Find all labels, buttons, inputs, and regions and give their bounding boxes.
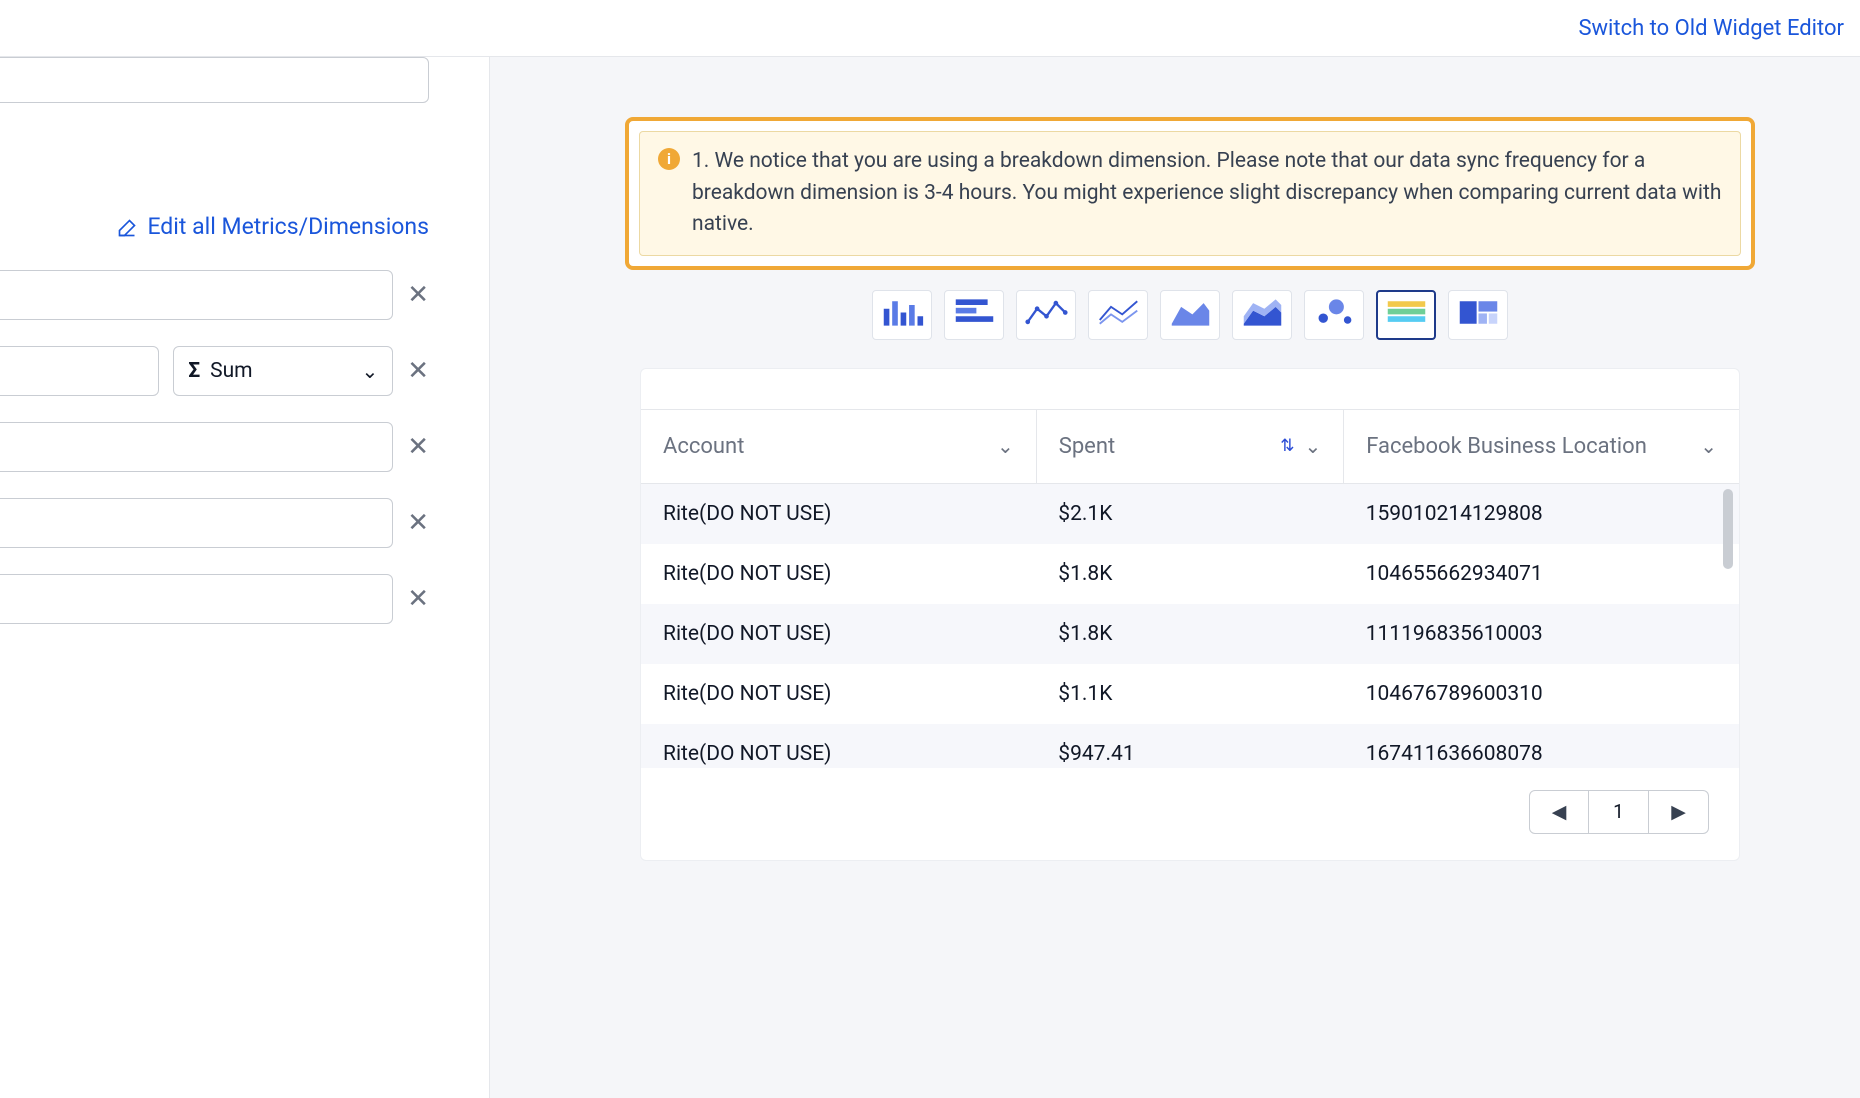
chevron-down-icon: ⌄ bbox=[997, 434, 1014, 458]
field-input[interactable] bbox=[0, 57, 429, 103]
metric-field[interactable] bbox=[0, 422, 393, 472]
chevron-down-icon: ⌄ bbox=[361, 359, 378, 383]
cell-account: Rite(DO NOT USE) bbox=[641, 724, 1036, 768]
chart-type-bubble[interactable] bbox=[1304, 290, 1364, 340]
remove-field-button[interactable]: ✕ bbox=[407, 510, 429, 536]
chart-type-multi-line[interactable] bbox=[1088, 290, 1148, 340]
edit-all-label: Edit all Metrics/Dimensions bbox=[147, 213, 429, 240]
pager-next-button[interactable]: ▶ bbox=[1649, 790, 1709, 834]
chart-type-line[interactable] bbox=[1016, 290, 1076, 340]
warning-text: 1. We notice that you are using a breakd… bbox=[692, 146, 1722, 241]
chevron-down-icon: ⌄ bbox=[1700, 434, 1717, 458]
cell-spent: $1.1K bbox=[1036, 664, 1343, 724]
chart-type-treemap[interactable] bbox=[1448, 290, 1508, 340]
table-row: Rite(DO NOT USE)$947.41167411636608078 bbox=[641, 724, 1739, 768]
pagination: ◀ 1 ▶ bbox=[641, 768, 1739, 860]
bar-horizontal-icon bbox=[952, 295, 997, 334]
cell-spent: $947.41 bbox=[1036, 724, 1343, 768]
chart-type-table[interactable] bbox=[1376, 290, 1436, 340]
treemap-icon bbox=[1456, 295, 1501, 334]
remove-field-button[interactable]: ✕ bbox=[407, 358, 429, 384]
sigma-icon: Σ bbox=[188, 359, 200, 383]
cell-account: Rite(DO NOT USE) bbox=[641, 664, 1036, 724]
sidebar: Edit all Metrics/Dimensions ✕ Σ Sum ⌄ ✕ bbox=[0, 57, 490, 1098]
metric-field[interactable] bbox=[0, 498, 393, 548]
area-stacked-icon bbox=[1240, 295, 1285, 334]
scrollbar[interactable] bbox=[1723, 489, 1733, 689]
column-header[interactable]: Account ⌄ bbox=[641, 409, 1036, 483]
cell-location: 159010214129808 bbox=[1344, 484, 1739, 544]
edit-all-link[interactable]: Edit all Metrics/Dimensions bbox=[0, 213, 429, 240]
info-icon: i bbox=[658, 148, 680, 170]
cell-location: 104676789600310 bbox=[1344, 664, 1739, 724]
table-row: Rite(DO NOT USE)$1.8K104655662934071 bbox=[641, 544, 1739, 604]
pencil-icon bbox=[117, 217, 137, 237]
cell-location: 111196835610003 bbox=[1344, 604, 1739, 664]
column-icon bbox=[880, 295, 925, 334]
preview-canvas: i 1. We notice that you are using a brea… bbox=[490, 57, 1860, 1098]
table-row: Rite(DO NOT USE)$2.1K159010214129808 bbox=[641, 484, 1739, 544]
table-row: Rite(DO NOT USE)$1.1K104676789600310 bbox=[641, 664, 1739, 724]
chart-type-column[interactable] bbox=[872, 290, 932, 340]
metric-field[interactable] bbox=[0, 574, 393, 624]
cell-account: Rite(DO NOT USE) bbox=[641, 544, 1036, 604]
line-icon bbox=[1024, 295, 1069, 334]
column-header[interactable]: Spent ⇅ ⌄ bbox=[1036, 409, 1343, 483]
cell-location: 167411636608078 bbox=[1344, 724, 1739, 768]
table-icon bbox=[1384, 295, 1429, 334]
remove-field-button[interactable]: ✕ bbox=[407, 586, 429, 612]
warning-banner: i 1. We notice that you are using a brea… bbox=[625, 117, 1755, 270]
chevron-down-icon: ⌄ bbox=[1304, 434, 1321, 458]
switch-editor-link[interactable]: Switch to Old Widget Editor bbox=[1578, 16, 1844, 41]
cell-spent: $1.8K bbox=[1036, 544, 1343, 604]
column-header[interactable]: Facebook Business Location ⌄ bbox=[1344, 409, 1739, 483]
remove-field-button[interactable]: ✕ bbox=[407, 434, 429, 460]
table-card: Account⌄Spent⇅⌄Facebook Business Locatio… bbox=[640, 368, 1740, 861]
cell-location: 104655662934071 bbox=[1344, 544, 1739, 604]
area-icon bbox=[1168, 295, 1213, 334]
chart-type-area[interactable] bbox=[1160, 290, 1220, 340]
column-label: Facebook Business Location bbox=[1366, 434, 1647, 459]
cell-spent: $1.8K bbox=[1036, 604, 1343, 664]
remove-field-button[interactable]: ✕ bbox=[407, 282, 429, 308]
metric-field[interactable] bbox=[0, 270, 393, 320]
cell-spent: $2.1K bbox=[1036, 484, 1343, 544]
chart-type-toolbar bbox=[610, 290, 1770, 340]
cell-account: Rite(DO NOT USE) bbox=[641, 484, 1036, 544]
column-label: Spent bbox=[1059, 434, 1115, 459]
sort-icon: ⇅ bbox=[1280, 436, 1294, 456]
column-label: Account bbox=[663, 434, 744, 459]
multi-line-icon bbox=[1096, 295, 1141, 334]
metric-field[interactable] bbox=[0, 346, 159, 396]
bubble-icon bbox=[1312, 295, 1357, 334]
aggregation-label: Sum bbox=[210, 359, 252, 383]
chart-type-area-stacked[interactable] bbox=[1232, 290, 1292, 340]
pager-page-number: 1 bbox=[1589, 790, 1649, 834]
table-row: Rite(DO NOT USE)$1.8K111196835610003 bbox=[641, 604, 1739, 664]
pager-prev-button[interactable]: ◀ bbox=[1529, 790, 1589, 834]
aggregation-select[interactable]: Σ Sum ⌄ bbox=[173, 346, 393, 396]
chart-type-bar-horizontal[interactable] bbox=[944, 290, 1004, 340]
cell-account: Rite(DO NOT USE) bbox=[641, 604, 1036, 664]
